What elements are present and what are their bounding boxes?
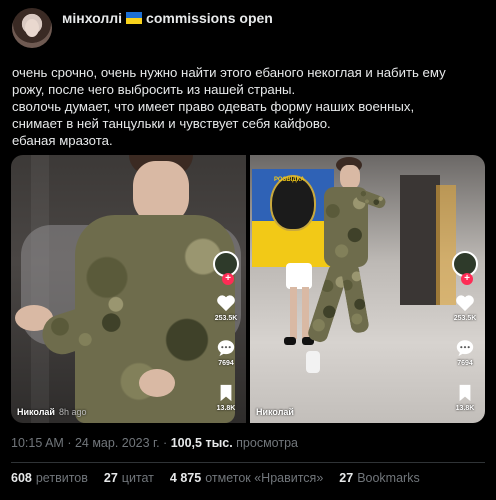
comment-button[interactable]: 7694 [215, 338, 237, 367]
video-username: Николай 8h ago [17, 407, 86, 417]
author-name-prefix: мінхоллі [62, 10, 123, 26]
author-name-suffix: commissions open [146, 10, 273, 26]
tweet-header: мінхоллі commissions open [12, 8, 484, 48]
quotes-stat[interactable]: 27 цитат [104, 471, 154, 485]
comment-icon [215, 338, 237, 358]
retweets-stat[interactable]: 608 ретвитов [11, 471, 88, 485]
creator-avatar[interactable]: + [213, 251, 239, 285]
dancer-face [340, 165, 360, 189]
author-name[interactable]: мінхоллі commissions open [62, 10, 273, 26]
like-button[interactable]: 253.5K [453, 293, 477, 322]
ukraine-flag-icon [126, 12, 143, 24]
creator-avatar[interactable]: + [452, 251, 478, 285]
video-left[interactable]: + 253.5K 7694 13.8K Николай 8h ago [11, 155, 246, 423]
person-leg [290, 287, 297, 339]
like-count: 253.5K [453, 315, 477, 322]
person-shorts [286, 263, 312, 289]
views-label: просмотра [236, 436, 298, 450]
username-text: Николай [17, 407, 55, 417]
flag-text: РОЗВІДКА [274, 177, 305, 183]
bookmark-icon [215, 383, 237, 403]
comment-icon [454, 338, 476, 358]
comment-button[interactable]: 7694 [454, 338, 476, 367]
media-grid: + 253.5K 7694 13.8K Николай 8h ago РОЗВІ… [11, 155, 485, 423]
save-button[interactable]: 13.8K [215, 383, 237, 412]
dancer-leg [340, 261, 370, 335]
video-time: 8h ago [58, 407, 87, 417]
video-username: Николай [256, 407, 294, 417]
follow-plus-icon[interactable]: + [461, 273, 473, 285]
username-text: Николай [256, 407, 294, 417]
person-shoe [284, 337, 296, 345]
person-hand [139, 369, 175, 397]
tweet-meta: 10:15 AM · 24 мар. 2023 г. · 100,5 тыс. … [11, 436, 298, 450]
divider [11, 462, 485, 463]
intelligence-flag: РОЗВІДКА [252, 169, 334, 267]
tweet-time[interactable]: 10:15 AM [11, 436, 64, 450]
video-sidebar: + 253.5K 7694 13.8K [451, 251, 479, 412]
dancer-sock [306, 351, 320, 373]
comment-count: 7694 [218, 360, 234, 367]
person-face [133, 161, 189, 223]
engagement-stats: 608 ретвитов 27 цитат 4 875 отметок «Нравит… [11, 471, 436, 485]
view-count: 100,5 тыс. [170, 436, 233, 450]
video-right[interactable]: РОЗВІДКА + 253.5K 7694 13.8K Николай [250, 155, 485, 423]
heart-icon [454, 293, 476, 313]
doorway [400, 175, 440, 305]
likes-stat[interactable]: 4 875 отметок «Нравится» [170, 471, 323, 485]
bookmark-icon [454, 383, 476, 403]
tweet-line: сволочь думает, что имеет право одевать … [12, 99, 415, 114]
tweet-line: ебаная мразота. [12, 133, 113, 148]
tweet-line: снимает в ней танцульки и чувствует себя… [12, 116, 331, 131]
follow-plus-icon[interactable]: + [222, 273, 234, 285]
author-avatar[interactable] [12, 8, 52, 48]
bookmarks-stat[interactable]: 27 Bookmarks [339, 471, 419, 485]
save-count: 13.8K [455, 405, 475, 412]
tweet-line: очень срочно, очень нужно найти этого еб… [12, 65, 446, 80]
video-sidebar: + 253.5K 7694 13.8K [212, 251, 240, 412]
comment-count: 7694 [457, 360, 473, 367]
tweet-text: очень срочно, очень нужно найти этого еб… [12, 64, 488, 149]
heart-icon [215, 293, 237, 313]
tweet-date[interactable]: 24 мар. 2023 г. [75, 436, 160, 450]
tweet-line: рожу, после чего выбросить из нашей стра… [12, 82, 296, 97]
like-count: 253.5K [214, 315, 238, 322]
emblem-icon [270, 175, 316, 231]
save-button[interactable]: 13.8K [454, 383, 476, 412]
save-count: 13.8K [216, 405, 236, 412]
like-button[interactable]: 253.5K [214, 293, 238, 322]
